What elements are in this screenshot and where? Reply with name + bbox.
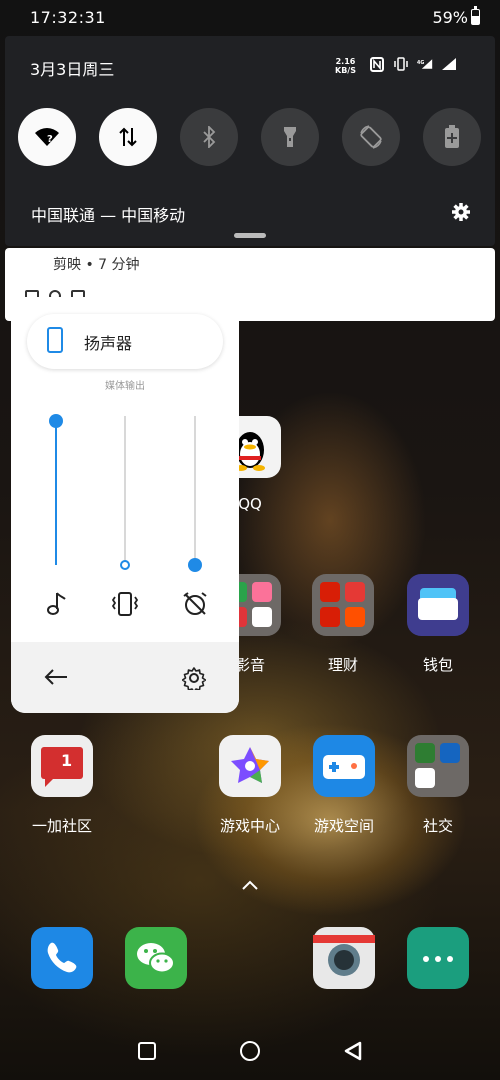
community-app-icon[interactable]: 1 <box>31 735 93 797</box>
output-device-label: 扬声器 <box>84 334 133 353</box>
wallet-app-icon[interactable] <box>407 574 469 636</box>
vibrate-icon <box>393 56 409 72</box>
camera-app-icon[interactable] <box>313 927 375 989</box>
output-device-button[interactable]: 扬声器 <box>27 314 223 369</box>
social-folder-label: 社交 <box>422 817 453 835</box>
alarm-volume-knob[interactable] <box>188 558 202 572</box>
alarm-off-icon[interactable] <box>181 590 209 622</box>
game-space-icon[interactable] <box>313 735 375 797</box>
back-triangle-icon[interactable] <box>343 1041 363 1065</box>
ring-volume-knob[interactable] <box>120 560 130 570</box>
phone-speaker-icon <box>47 327 63 353</box>
battery-icon <box>471 6 480 25</box>
game-center-icon[interactable] <box>219 735 281 797</box>
messages-app-icon[interactable] <box>407 927 469 989</box>
flashlight-icon <box>284 127 296 147</box>
wallet-app-label: 钱包 <box>422 656 453 674</box>
date-label: 3月3日周三 <box>30 60 115 79</box>
ring-volume-track[interactable] <box>124 416 126 565</box>
bluetooth-icon <box>203 126 216 148</box>
signal-4g-icon: 4G <box>417 56 433 72</box>
auto-rotate-tile[interactable] <box>342 108 400 166</box>
notification-app-time: 剪映 • 7 分钟 <box>53 257 140 273</box>
nfc-icon <box>369 56 385 72</box>
wifi-tile[interactable]: ? <box>18 108 76 166</box>
phone-app-icon[interactable] <box>31 927 93 989</box>
game-space-label: 游戏空间 <box>313 817 374 835</box>
finance-folder-icon[interactable] <box>312 574 374 636</box>
network-speed-value: 2.16 <box>335 57 356 66</box>
carrier-label: 中国联通 — 中国移动 <box>31 206 186 225</box>
community-badge: 1 <box>61 751 73 770</box>
status-bar: 17:32:31 59% <box>0 0 500 36</box>
data-arrows-icon <box>119 127 137 147</box>
sound-settings-gear-icon[interactable] <box>181 666 207 694</box>
volume-footer <box>11 642 239 713</box>
svg-text:4G: 4G <box>417 60 424 66</box>
media-volume-knob[interactable] <box>49 414 63 428</box>
bluetooth-tile[interactable] <box>180 108 238 166</box>
battery-saver-icon <box>445 125 459 148</box>
settings-gear-icon[interactable] <box>451 202 471 222</box>
app-drawer-chevron-icon[interactable] <box>241 876 259 895</box>
mobile-data-tile[interactable] <box>99 108 157 166</box>
back-arrow-icon[interactable] <box>43 667 69 691</box>
drag-handle[interactable] <box>234 233 266 238</box>
clock: 17:32:31 <box>30 8 106 27</box>
home-circle-icon[interactable] <box>240 1041 260 1061</box>
game-center-label: 游戏中心 <box>219 817 280 835</box>
network-speed-unit: KB/S <box>335 66 356 75</box>
navigation-bar <box>0 1020 500 1080</box>
community-app-label: 一加社区 <box>31 817 92 835</box>
social-folder-icon[interactable] <box>407 735 469 797</box>
flashlight-tile[interactable] <box>261 108 319 166</box>
rotate-icon <box>360 125 382 149</box>
alarm-volume-track[interactable] <box>194 416 196 564</box>
recents-square-icon[interactable] <box>138 1042 156 1060</box>
media-output-caption: 媒体输出 <box>105 381 145 392</box>
wifi-icon: ? <box>35 128 59 146</box>
battery-saver-tile[interactable] <box>423 108 481 166</box>
battery-percent: 59% <box>432 8 468 27</box>
wechat-app-icon[interactable] <box>125 927 187 989</box>
quick-settings-panel: 3月3日周三 2.16 KB/S 4G ? 中国联通 — 中国移动 <box>5 36 495 246</box>
media-volume-fill <box>55 421 57 565</box>
network-speed: 2.16 KB/S <box>335 57 356 75</box>
svg-text:?: ? <box>47 134 53 145</box>
music-note-icon[interactable] <box>45 591 67 621</box>
finance-folder-label: 理财 <box>327 656 358 674</box>
volume-panel: 扬声器 媒体输出 <box>11 297 239 713</box>
vibrate-mode-icon[interactable] <box>111 591 139 621</box>
signal-icon <box>441 56 457 72</box>
